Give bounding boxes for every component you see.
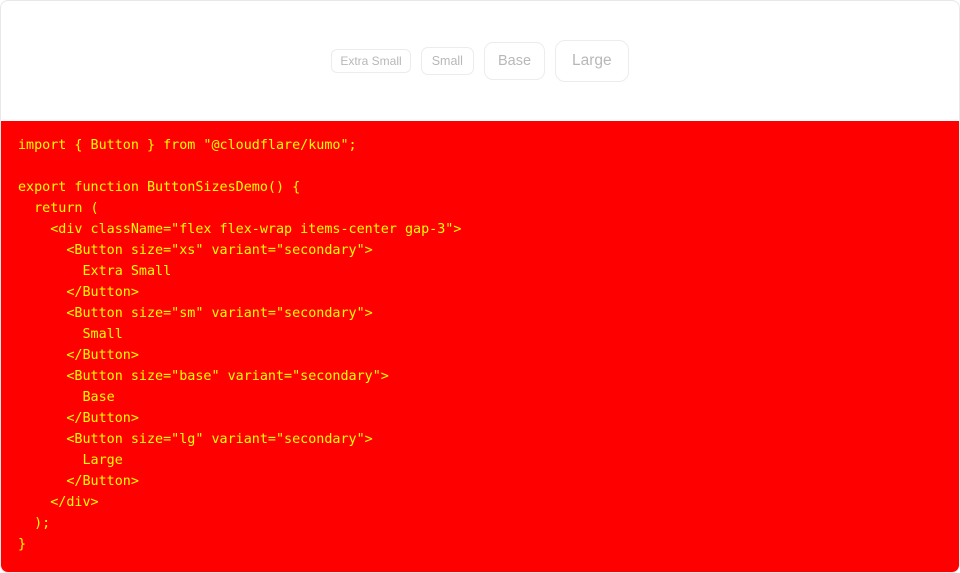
code-line: <Button size="xs" variant="secondary"> bbox=[18, 243, 373, 258]
large-button[interactable]: Large bbox=[555, 40, 629, 82]
code-line: Base bbox=[18, 390, 115, 405]
code-line: </Button> bbox=[18, 348, 139, 363]
code-block: import { Button } from "@cloudflare/kumo… bbox=[1, 121, 959, 572]
code-content: import { Button } from "@cloudflare/kumo… bbox=[1, 121, 959, 555]
code-line: Small bbox=[18, 327, 123, 342]
button-row: Extra Small Small Base Large bbox=[331, 40, 629, 82]
preview-area: Extra Small Small Base Large bbox=[1, 1, 959, 121]
code-line: </Button> bbox=[18, 285, 139, 300]
code-line: } bbox=[18, 537, 27, 552]
code-line: return ( bbox=[18, 201, 99, 216]
code-line: export function ButtonSizesDemo() { bbox=[18, 180, 301, 195]
base-button[interactable]: Base bbox=[483, 42, 546, 80]
code-line: ); bbox=[18, 516, 51, 531]
button-sizes-demo-card: Extra Small Small Base Large import { Bu… bbox=[0, 0, 960, 573]
code-line: </Button> bbox=[18, 474, 139, 489]
code-line: <Button size="base" variant="secondary"> bbox=[18, 369, 389, 384]
code-line: <Button size="sm" variant="secondary"> bbox=[18, 306, 373, 321]
code-line: </div> bbox=[18, 495, 99, 510]
code-line: Large bbox=[18, 453, 123, 468]
code-line: import { Button } from "@cloudflare/kumo… bbox=[18, 138, 357, 153]
small-button[interactable]: Small bbox=[420, 47, 474, 75]
code-line: <Button size="lg" variant="secondary"> bbox=[18, 432, 373, 447]
code-line: Extra Small bbox=[18, 264, 172, 279]
code-line: </Button> bbox=[18, 411, 139, 426]
extra-small-button[interactable]: Extra Small bbox=[331, 49, 411, 73]
code-line: <div className="flex flex-wrap items-cen… bbox=[18, 222, 462, 237]
